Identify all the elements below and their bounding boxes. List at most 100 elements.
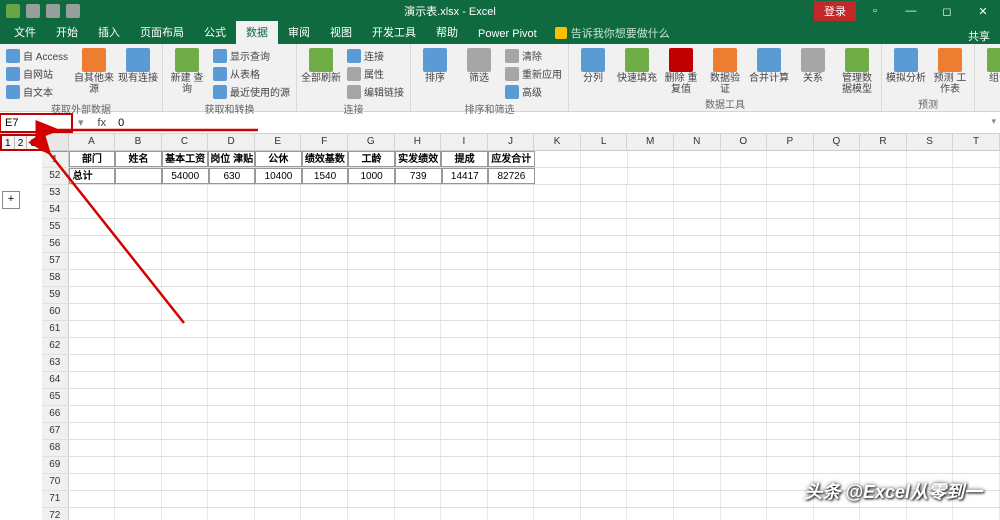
cell[interactable]: [534, 287, 581, 303]
fx-icon[interactable]: fx: [90, 117, 115, 129]
tab-review[interactable]: 审阅: [278, 21, 320, 44]
cell[interactable]: [115, 355, 162, 371]
cell[interactable]: [534, 338, 581, 354]
cell[interactable]: [767, 168, 814, 184]
cell[interactable]: [208, 236, 255, 252]
cell[interactable]: [115, 491, 162, 507]
cell[interactable]: [581, 185, 628, 201]
cell[interactable]: [488, 423, 535, 439]
cell[interactable]: [767, 406, 814, 422]
cell[interactable]: [581, 287, 628, 303]
cell[interactable]: [767, 372, 814, 388]
tab-file[interactable]: 文件: [4, 21, 46, 44]
cell[interactable]: [301, 304, 348, 320]
formula-input[interactable]: 0: [114, 115, 1000, 131]
cell[interactable]: [488, 457, 535, 473]
cell[interactable]: [69, 406, 116, 422]
cell[interactable]: [674, 202, 721, 218]
cell[interactable]: [488, 474, 535, 490]
cell[interactable]: [627, 355, 674, 371]
cell[interactable]: [581, 491, 628, 507]
cell[interactable]: [907, 202, 954, 218]
cell[interactable]: [674, 508, 721, 520]
cell[interactable]: [860, 168, 907, 184]
cell[interactable]: [115, 304, 162, 320]
cell[interactable]: [767, 202, 814, 218]
cell[interactable]: [907, 253, 954, 269]
cell[interactable]: [395, 202, 442, 218]
cell[interactable]: [162, 508, 209, 520]
cell[interactable]: [115, 236, 162, 252]
qat-more-icon[interactable]: [66, 4, 80, 18]
cell[interactable]: [348, 185, 395, 201]
cell[interactable]: [441, 406, 488, 422]
cell[interactable]: [115, 321, 162, 337]
cell[interactable]: [860, 151, 907, 167]
cell[interactable]: [162, 202, 209, 218]
cell[interactable]: 14417: [442, 168, 489, 184]
cell[interactable]: [860, 253, 907, 269]
cell[interactable]: [581, 355, 628, 371]
cell[interactable]: [860, 287, 907, 303]
cell[interactable]: [301, 236, 348, 252]
cell[interactable]: [674, 474, 721, 490]
cell[interactable]: [115, 457, 162, 473]
cell[interactable]: [162, 406, 209, 422]
cell[interactable]: [581, 474, 628, 490]
cell[interactable]: [953, 338, 1000, 354]
cell[interactable]: [721, 270, 768, 286]
cell[interactable]: [767, 253, 814, 269]
cell[interactable]: [721, 338, 768, 354]
cell[interactable]: 1540: [302, 168, 349, 184]
cell[interactable]: [395, 457, 442, 473]
cell[interactable]: [721, 491, 768, 507]
cell[interactable]: [208, 287, 255, 303]
cell[interactable]: [721, 253, 768, 269]
select-all-corner[interactable]: [42, 134, 69, 150]
cell[interactable]: [907, 168, 954, 184]
cell[interactable]: [441, 219, 488, 235]
cell[interactable]: [627, 304, 674, 320]
cell[interactable]: [627, 423, 674, 439]
cell[interactable]: [69, 287, 116, 303]
cell[interactable]: [348, 474, 395, 490]
cell[interactable]: [395, 321, 442, 337]
cell[interactable]: [721, 219, 768, 235]
cell[interactable]: [767, 219, 814, 235]
cell[interactable]: [441, 423, 488, 439]
cell[interactable]: [255, 253, 302, 269]
cell[interactable]: [488, 304, 535, 320]
cell[interactable]: [301, 406, 348, 422]
cell[interactable]: [162, 287, 209, 303]
cell[interactable]: [301, 474, 348, 490]
cell[interactable]: [348, 372, 395, 388]
row-header[interactable]: 57: [42, 253, 69, 269]
cell[interactable]: [441, 185, 488, 201]
cell[interactable]: [534, 355, 581, 371]
cell[interactable]: [162, 236, 209, 252]
cell[interactable]: [348, 321, 395, 337]
tab-powerpivot[interactable]: Power Pivot: [468, 25, 547, 44]
cell[interactable]: [907, 355, 954, 371]
cell[interactable]: [441, 372, 488, 388]
btn-data-model[interactable]: 管理数 据模型: [837, 46, 877, 95]
cell[interactable]: [441, 457, 488, 473]
cell[interactable]: [69, 270, 116, 286]
cell[interactable]: [674, 423, 721, 439]
cell[interactable]: [395, 355, 442, 371]
cell[interactable]: [115, 423, 162, 439]
tab-view[interactable]: 视图: [320, 21, 362, 44]
cell[interactable]: [162, 253, 209, 269]
cell[interactable]: [953, 406, 1000, 422]
cell[interactable]: [767, 457, 814, 473]
namebox-dropdown-icon[interactable]: ▾: [72, 116, 90, 129]
cell[interactable]: [395, 253, 442, 269]
cell[interactable]: [69, 457, 116, 473]
cell[interactable]: [581, 219, 628, 235]
cell[interactable]: [674, 321, 721, 337]
cell[interactable]: [162, 304, 209, 320]
cell[interactable]: [395, 236, 442, 252]
cell[interactable]: [534, 202, 581, 218]
cell[interactable]: [581, 270, 628, 286]
cell[interactable]: [627, 185, 674, 201]
